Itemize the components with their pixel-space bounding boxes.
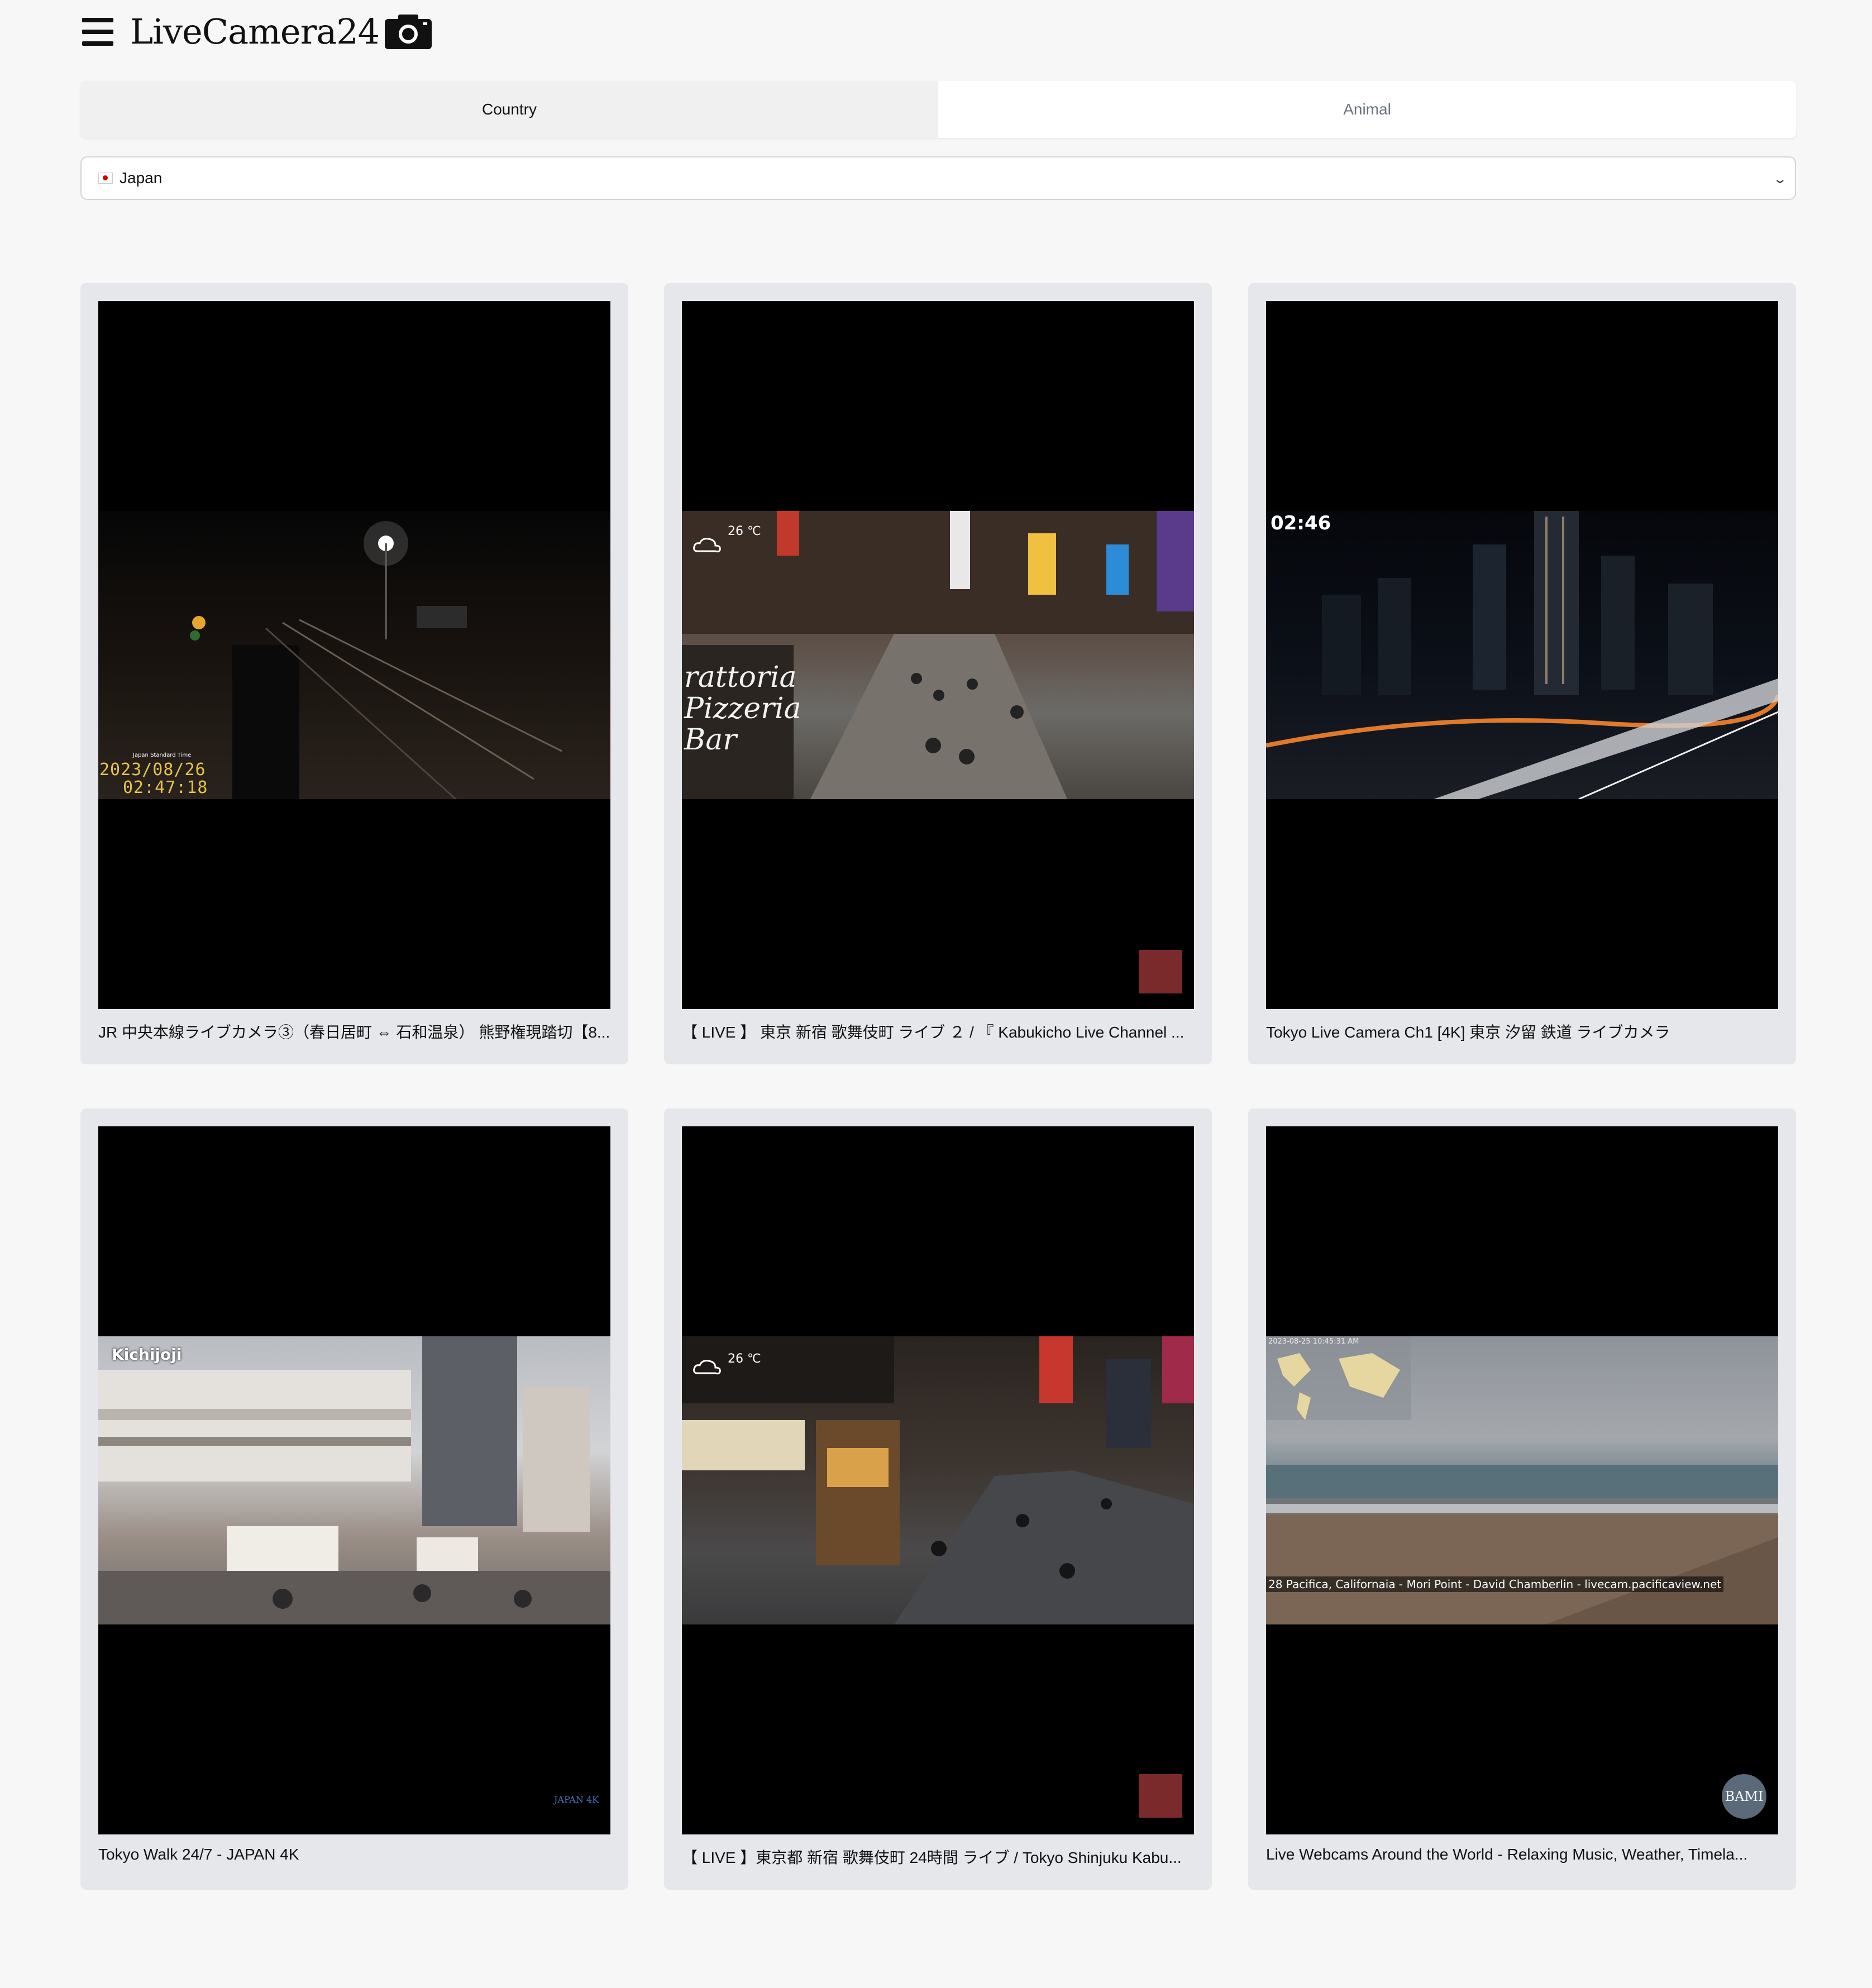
card-title[interactable]: Live Webcams Around the World - Relaxing… bbox=[1266, 1846, 1778, 1863]
video-thumbnail: Kichijoji bbox=[98, 1336, 610, 1624]
site-logo-text[interactable]: LiveCamera24 bbox=[130, 15, 380, 49]
menu-icon[interactable] bbox=[82, 18, 113, 46]
cloud-icon bbox=[693, 538, 721, 553]
site-header: LiveCamera24 bbox=[82, 12, 433, 51]
video-thumbnail: 26 ℃ rattoria Pizzeria Bar bbox=[682, 511, 1194, 799]
channel-logo-text: BAMI bbox=[1725, 1789, 1764, 1804]
card-title[interactable]: 【 LIVE 】東京都 新宿 歌舞伎町 24時間 ライブ / Tokyo Shi… bbox=[682, 1846, 1194, 1868]
camera-card[interactable]: 26 ℃ 【 LIVE 】東京都 新宿 歌舞伎町 24時間 ライブ / Toky… bbox=[664, 1108, 1212, 1890]
video-player[interactable]: Japan Standard Time 2023/08/26 02:47:18 bbox=[98, 301, 610, 1009]
japan-flag-icon bbox=[98, 173, 113, 184]
tab-country[interactable]: Country bbox=[80, 81, 938, 138]
overlay-time: 02:47:18 bbox=[123, 778, 208, 797]
camera-card[interactable]: 2023-08-25 10:45:31 AM 28 Pacifica, Cali… bbox=[1248, 1108, 1796, 1890]
card-title[interactable]: Tokyo Live Camera Ch1 [4K] 東京 汐留 鉄道 ライブカ… bbox=[1266, 1020, 1778, 1043]
night-skyline-scene bbox=[1266, 511, 1778, 799]
weather-temp: 26 ℃ bbox=[728, 1352, 761, 1366]
overlay-date: 2023/08/26 bbox=[99, 760, 206, 780]
video-player[interactable]: 26 ℃ bbox=[682, 1126, 1194, 1834]
overlay-time: 02:46 bbox=[1271, 512, 1331, 534]
weather-temp: 26 ℃ bbox=[728, 524, 761, 538]
channel-logo bbox=[1139, 950, 1182, 993]
chevron-down-icon: ⌄ bbox=[1772, 172, 1787, 186]
channel-logo bbox=[1139, 1774, 1182, 1818]
place-label: Kichijoji bbox=[112, 1345, 182, 1364]
video-player[interactable]: 02:46 bbox=[1266, 301, 1778, 1009]
video-player[interactable]: 26 ℃ rattoria Pizzeria Bar bbox=[682, 301, 1194, 1009]
news-ticker: 28 Pacifica, Californaia - Mori Point - … bbox=[1266, 1576, 1724, 1592]
tab-animal[interactable]: Animal bbox=[938, 81, 1796, 138]
video-thumbnail: 2023-08-25 10:45:31 AM 28 Pacifica, Cali… bbox=[1266, 1336, 1778, 1624]
card-title[interactable]: Tokyo Walk 24/7 - JAPAN 4K bbox=[98, 1846, 610, 1863]
camera-card[interactable]: 26 ℃ rattoria Pizzeria Bar 【 LIVE 】 東京 新… bbox=[664, 283, 1212, 1064]
video-player[interactable]: Kichijoji JAPAN 4K bbox=[98, 1126, 610, 1834]
watermark: JAPAN 4K bbox=[554, 1794, 599, 1805]
camera-card[interactable]: Japan Standard Time 2023/08/26 02:47:18 … bbox=[80, 283, 628, 1064]
video-player[interactable]: 2023-08-25 10:45:31 AM 28 Pacifica, Cali… bbox=[1266, 1126, 1778, 1834]
restaurant-sign: rattoria Pizzeria Bar bbox=[684, 661, 801, 757]
camera-card[interactable]: Kichijoji JAPAN 4K Tokyo Walk 24/7 - JAP… bbox=[80, 1108, 628, 1890]
kichijoji-station-scene bbox=[98, 1336, 610, 1624]
card-title[interactable]: JR 中央本線ライブカメラ③（春日居町 ⇔ 石和温泉） 熊野権現踏切【8... bbox=[98, 1020, 610, 1043]
channel-logo: BAMI bbox=[1722, 1774, 1766, 1819]
video-thumbnail: Japan Standard Time 2023/08/26 02:47:18 bbox=[98, 511, 610, 799]
timezone-label: Japan Standard Time bbox=[133, 752, 192, 758]
cloud-icon bbox=[693, 1360, 721, 1375]
kabukicho-street-scene bbox=[682, 511, 1194, 799]
country-select-value: Japan bbox=[120, 169, 163, 187]
country-select[interactable]: Japan ⌄ bbox=[80, 156, 1796, 200]
camera-icon bbox=[385, 15, 432, 49]
camera-card[interactable]: 02:46 Tokyo Live Camera Ch1 [4K] 東京 汐留 鉄… bbox=[1248, 283, 1796, 1064]
video-thumbnail: 02:46 bbox=[1266, 511, 1778, 799]
category-tabs: Country Animal bbox=[80, 81, 1796, 138]
card-title[interactable]: 【 LIVE 】 東京 新宿 歌舞伎町 ライブ ２ / 『 Kabukicho … bbox=[682, 1020, 1194, 1043]
timestamp: 2023-08-25 10:45:31 AM bbox=[1268, 1337, 1359, 1346]
shinjuku-street-scene bbox=[682, 1336, 1194, 1624]
video-thumbnail: 26 ℃ bbox=[682, 1336, 1194, 1624]
